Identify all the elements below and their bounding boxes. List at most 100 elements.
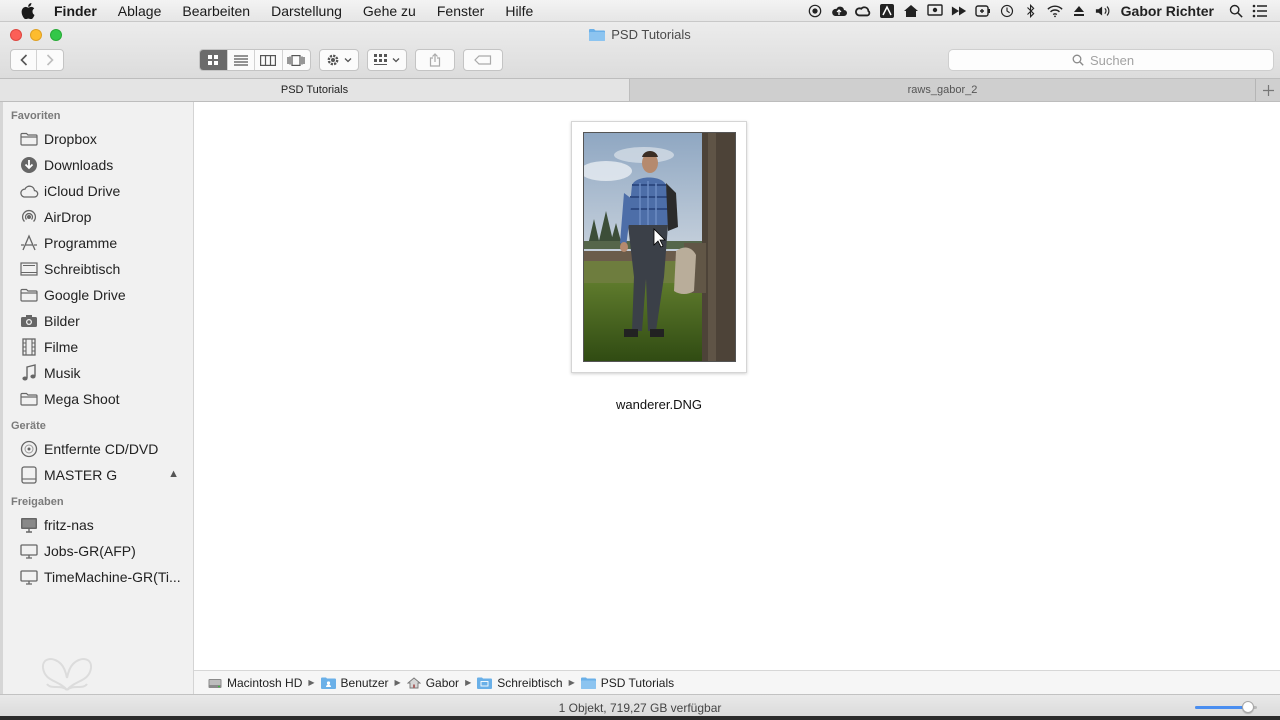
film-icon bbox=[19, 338, 39, 356]
sidebar-item-label: Jobs-GR(AFP) bbox=[44, 543, 136, 559]
home-icon[interactable] bbox=[899, 0, 923, 22]
folder-icon bbox=[19, 130, 39, 148]
spotlight-icon[interactable] bbox=[1224, 0, 1248, 22]
sidebar-item-label: Dropbox bbox=[44, 131, 97, 147]
file-thumbnail-frame[interactable] bbox=[571, 121, 747, 373]
sidebar-item-master-g[interactable]: MASTER G ▲ bbox=[3, 462, 193, 488]
sidebar-item-dropbox[interactable]: Dropbox bbox=[3, 126, 193, 152]
downloads-icon bbox=[19, 156, 39, 174]
breadcrumb-benutzer[interactable]: Benutzer bbox=[320, 676, 389, 690]
airplay-icon[interactable] bbox=[923, 0, 947, 22]
sidebar-item-filme[interactable]: Filme bbox=[3, 334, 193, 360]
sidebar-item-fritz-nas[interactable]: fritz-nas bbox=[3, 512, 193, 538]
action-menu bbox=[319, 49, 359, 71]
watermark-logo bbox=[41, 658, 93, 691]
creative-cloud-icon[interactable] bbox=[851, 0, 875, 22]
sidebar-item-label: Google Drive bbox=[44, 287, 126, 303]
sidebar-item-downloads[interactable]: Downloads bbox=[3, 152, 193, 178]
network-drive-icon bbox=[19, 568, 39, 586]
tab-psd-tutorials[interactable]: PSD Tutorials bbox=[0, 79, 630, 101]
forward-button[interactable] bbox=[37, 50, 63, 70]
menu-finder[interactable]: Finder bbox=[54, 3, 97, 19]
new-tab-button[interactable] bbox=[1256, 79, 1280, 101]
sidebar-item-google-drive[interactable]: Google Drive bbox=[3, 282, 193, 308]
breadcrumb-label: PSD Tutorials bbox=[600, 675, 675, 690]
camera-icon bbox=[19, 312, 39, 330]
menu-bearbeiten[interactable]: Bearbeiten bbox=[182, 3, 250, 19]
network-drive-icon bbox=[19, 542, 39, 560]
file-name-label[interactable]: wanderer.DNG bbox=[571, 397, 747, 412]
icon-view-button[interactable] bbox=[200, 50, 228, 70]
cloud-upload-icon[interactable] bbox=[827, 0, 851, 22]
tab-bar: PSD Tutorials raws_gabor_2 bbox=[0, 78, 1280, 102]
drive-icon bbox=[19, 466, 39, 484]
window-title: PSD Tutorials bbox=[0, 27, 1280, 42]
desktop-folder-icon bbox=[477, 677, 493, 689]
sidebar-item-mega-shoot[interactable]: Mega Shoot bbox=[3, 386, 193, 412]
share-icon bbox=[429, 53, 441, 67]
screen-bottom-edge bbox=[0, 716, 1280, 720]
sidebar-item-bilder[interactable]: Bilder bbox=[3, 308, 193, 334]
sidebar: Favoriten Dropbox Downloads iCloud Drive… bbox=[0, 102, 194, 698]
breadcrumb-psd-tutorials[interactable]: PSD Tutorials bbox=[580, 675, 675, 690]
app-icon[interactable] bbox=[875, 0, 899, 22]
list-view-button[interactable] bbox=[228, 50, 255, 70]
menu-darstellung[interactable]: Darstellung bbox=[271, 3, 342, 19]
menu-fenster[interactable]: Fenster bbox=[437, 3, 484, 19]
volume-icon[interactable] bbox=[1091, 0, 1115, 22]
breadcrumb-gabor[interactable]: Gabor bbox=[406, 676, 459, 690]
airdrop-icon bbox=[19, 208, 39, 226]
arrange-grid-icon bbox=[374, 54, 387, 65]
share-button[interactable] bbox=[416, 50, 454, 70]
arrange-menu bbox=[367, 49, 407, 71]
sidebar-item-musik[interactable]: Musik bbox=[3, 360, 193, 386]
arrange-menu-button[interactable] bbox=[368, 50, 406, 70]
sidebar-item-airdrop[interactable]: AirDrop bbox=[3, 204, 193, 230]
eject-icon[interactable]: ▲ bbox=[168, 468, 179, 480]
icon-size-slider[interactable] bbox=[1195, 701, 1257, 713]
eject-icon[interactable] bbox=[1067, 0, 1091, 22]
sidebar-item-entfernte-cd-dvd[interactable]: Entfernte CD/DVD bbox=[3, 436, 193, 462]
search-field[interactable] bbox=[948, 49, 1274, 71]
chevron-left-icon bbox=[19, 54, 27, 66]
back-button[interactable] bbox=[11, 50, 38, 70]
breadcrumb-schreibtisch[interactable]: Schreibtisch bbox=[477, 676, 563, 690]
columns-icon bbox=[260, 54, 277, 66]
battery-monitor-icon[interactable] bbox=[971, 0, 995, 22]
apple-menu-icon[interactable] bbox=[18, 2, 38, 19]
tab-raws-gabor-2[interactable]: raws_gabor_2 bbox=[630, 79, 1256, 101]
breadcrumb-macintosh-hd[interactable]: Macintosh HD bbox=[208, 676, 302, 690]
forward-icon[interactable] bbox=[947, 0, 971, 22]
tab-label: PSD Tutorials bbox=[280, 84, 349, 96]
sidebar-item-label: AirDrop bbox=[44, 209, 92, 225]
plus-icon bbox=[1262, 84, 1274, 96]
menu-gehe-zu[interactable]: Gehe zu bbox=[363, 3, 416, 19]
tags-control bbox=[463, 49, 503, 71]
wifi-icon[interactable] bbox=[1043, 0, 1067, 22]
sidebar-item-jobs-gr-afp[interactable]: Jobs-GR(AFP) bbox=[3, 538, 193, 564]
menu-ablage[interactable]: Ablage bbox=[118, 3, 162, 19]
notification-center-icon[interactable] bbox=[1248, 0, 1272, 22]
bluetooth-icon[interactable] bbox=[1019, 0, 1043, 22]
sidebar-item-timemachine-gr[interactable]: TimeMachine-GR(Ti... bbox=[3, 564, 193, 590]
search-input[interactable] bbox=[1090, 52, 1150, 68]
view-mode-control bbox=[199, 49, 311, 71]
menu-hilfe[interactable]: Hilfe bbox=[505, 3, 533, 19]
sidebar-item-label: TimeMachine-GR(Ti... bbox=[44, 569, 181, 585]
sidebar-item-label: Programme bbox=[44, 235, 118, 251]
home-icon bbox=[406, 676, 421, 688]
coverflow-view-button[interactable] bbox=[283, 50, 310, 70]
sidebar-item-icloud-drive[interactable]: iCloud Drive bbox=[3, 178, 193, 204]
share-control bbox=[415, 49, 455, 71]
icon-size-slider-knob[interactable] bbox=[1241, 701, 1254, 713]
column-view-button[interactable] bbox=[255, 50, 283, 70]
tags-button[interactable] bbox=[464, 50, 502, 70]
action-menu-button[interactable] bbox=[320, 50, 358, 70]
sidebar-item-programme[interactable]: Programme bbox=[3, 230, 193, 256]
file-item[interactable]: wanderer.DNG bbox=[571, 121, 747, 412]
sidebar-item-schreibtisch[interactable]: Schreibtisch bbox=[3, 256, 193, 282]
time-machine-icon[interactable] bbox=[995, 0, 1019, 22]
user-name[interactable]: Gabor Richter bbox=[1121, 3, 1214, 19]
nav-buttons bbox=[10, 49, 64, 71]
record-icon[interactable] bbox=[803, 0, 827, 22]
